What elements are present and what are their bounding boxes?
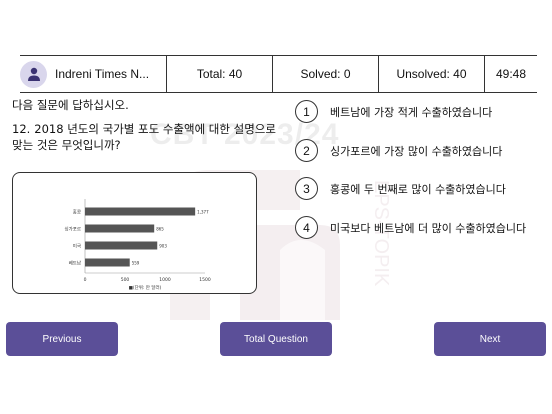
- tick-label: 0: [84, 277, 87, 283]
- timer: 49:48: [495, 67, 527, 81]
- chart-bar: [85, 258, 130, 267]
- next-button[interactable]: Next: [434, 322, 546, 356]
- question-text: 12. 2018 년도의 국가별 포도 수출액에 대한 설명으로 맞는 것은 무엇…: [12, 121, 280, 153]
- option-text[interactable]: 홍콩에 두 번째로 많이 수출하였습니다: [330, 181, 506, 197]
- total-count: Total: 40: [167, 55, 273, 93]
- option-1[interactable]: 1 베트남에 가장 적게 수출하였습니다: [295, 100, 492, 123]
- option-number[interactable]: 2: [295, 139, 318, 162]
- data-label: 865: [156, 227, 164, 232]
- option-3[interactable]: 3 홍콩에 두 번째로 많이 수출하였습니다: [295, 177, 506, 200]
- x-axis-label: ■(단위: 만 달러): [129, 284, 162, 291]
- tick-label: 500: [121, 277, 130, 283]
- chart-bar: [85, 207, 196, 216]
- tick-label: 1000: [159, 277, 171, 283]
- chart-card: 홍콩 1,377 싱가포르 865 미국 903 베트남 559 0 500 1000 1500 ■(단…: [12, 172, 257, 294]
- solved-count: Solved: 0: [273, 55, 379, 93]
- bar-chart: 홍콩 1,377 싱가포르 865 미국 903 베트남 559 0 500 1000 1500 ■(단…: [64, 199, 211, 291]
- option-number[interactable]: 1: [295, 100, 318, 123]
- question-number: 12.: [12, 122, 31, 136]
- category-label: 미국: [73, 243, 81, 250]
- option-text[interactable]: 미국보다 베트남에 더 많이 수출하였습니다: [330, 220, 526, 236]
- chart-bar: [85, 224, 155, 233]
- question-body: 2018 년도의 국가별 포도 수출액에 대한 설명으로 맞는 것은 무엇입니까…: [12, 122, 276, 152]
- option-2[interactable]: 2 싱가포르에 가장 많이 수출하였습니다: [295, 139, 502, 162]
- chart-bar: [85, 241, 158, 250]
- user-icon: [27, 67, 40, 81]
- total-question-button[interactable]: Total Question: [220, 322, 332, 356]
- tick-label: 1500: [199, 277, 211, 283]
- option-text[interactable]: 싱가포르에 가장 많이 수출하였습니다: [330, 143, 502, 159]
- option-number[interactable]: 3: [295, 177, 318, 200]
- exam-status-bar: Indreni Times N... Total: 40 Solved: 0 U…: [20, 55, 537, 93]
- data-label: 1,377: [197, 210, 209, 215]
- option-number[interactable]: 4: [295, 216, 318, 239]
- data-label: 559: [132, 261, 140, 266]
- category-label: 싱가포르: [64, 226, 81, 233]
- exam-title: Indreni Times N...: [55, 55, 167, 93]
- option-text[interactable]: 베트남에 가장 적게 수출하였습니다: [330, 104, 492, 120]
- unsolved-count: Unsolved: 40: [379, 55, 485, 93]
- previous-button[interactable]: Previous: [6, 322, 118, 356]
- instruction-text: 다음 질문에 답하십시오.: [12, 98, 129, 112]
- category-label: 홍콩: [73, 209, 81, 216]
- category-label: 베트남: [69, 260, 81, 267]
- option-4[interactable]: 4 미국보다 베트남에 더 많이 수출하였습니다: [295, 216, 526, 239]
- data-label: 903: [159, 244, 167, 249]
- avatar[interactable]: [20, 60, 47, 88]
